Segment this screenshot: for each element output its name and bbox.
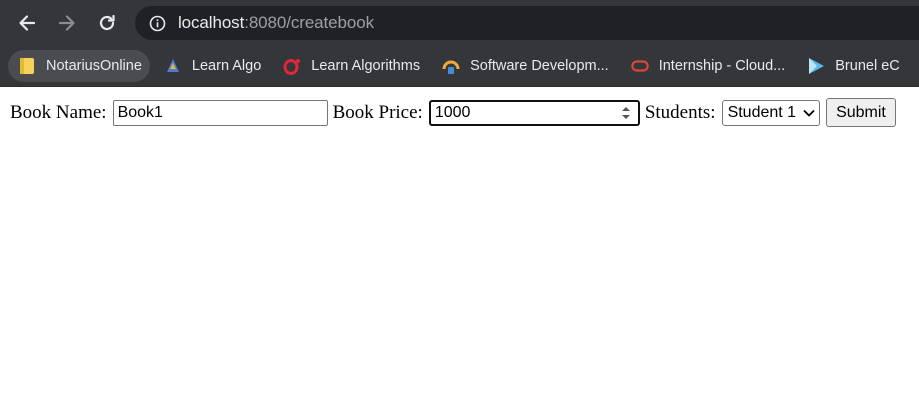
students-selected-value: Student 1 bbox=[727, 103, 797, 121]
bookmarks-bar: NotariusOnline Learn Algo Learn Algorith… bbox=[0, 45, 919, 87]
book-price-input[interactable] bbox=[430, 102, 619, 123]
algo-icon bbox=[164, 57, 182, 75]
back-button[interactable] bbox=[13, 9, 41, 37]
reload-icon bbox=[99, 14, 115, 31]
spinner-icon[interactable] bbox=[620, 105, 632, 121]
browser-toolbar: localhost:8080/createbook bbox=[0, 0, 919, 45]
bookmark-label: Software Developm... bbox=[470, 57, 609, 74]
bookmark-software-development[interactable]: Software Developm... bbox=[432, 50, 617, 82]
bookmark-label: Learn Algo bbox=[191, 57, 262, 74]
play-icon bbox=[807, 57, 825, 75]
students-label: Students: bbox=[644, 101, 716, 123]
create-book-form: Book Name: Book Price: Students: Student… bbox=[0, 87, 919, 127]
bookmark-label: Learn Algorithms bbox=[311, 57, 421, 74]
url-path: :8080/createbook bbox=[244, 13, 374, 32]
url-text: localhost:8080/createbook bbox=[178, 13, 374, 33]
bookmark-notariusonline[interactable]: NotariusOnline bbox=[8, 49, 150, 82]
forward-arrow-icon bbox=[58, 15, 75, 31]
back-arrow-icon bbox=[19, 15, 36, 31]
book-name-input[interactable] bbox=[112, 99, 328, 126]
bookmark-learn-algorithms[interactable]: Learn Algorithms bbox=[273, 50, 428, 82]
dev-icon bbox=[442, 57, 460, 75]
oracle-icon bbox=[630, 57, 649, 75]
bookmark-label: NotariusOnline bbox=[46, 57, 142, 74]
book-price-field[interactable] bbox=[428, 99, 640, 126]
students-select[interactable]: Student 1 bbox=[721, 99, 821, 126]
folder-icon bbox=[18, 57, 36, 75]
opera-icon bbox=[283, 57, 301, 75]
address-bar[interactable]: localhost:8080/createbook bbox=[135, 6, 919, 40]
bookmark-internship-cloud[interactable]: Internship - Cloud... bbox=[621, 50, 794, 82]
bookmark-learn-algo[interactable]: Learn Algo bbox=[154, 50, 269, 82]
forward-button[interactable] bbox=[53, 9, 81, 37]
reload-button[interactable] bbox=[93, 9, 121, 37]
book-name-label: Book Name: bbox=[10, 101, 107, 123]
bookmark-label: Internship - Cloud... bbox=[658, 57, 786, 74]
bookmark-brunel[interactable]: Brunel eC bbox=[797, 50, 907, 82]
submit-button[interactable]: Submit bbox=[826, 98, 896, 127]
bookmark-label: Brunel eC bbox=[835, 57, 900, 74]
info-icon[interactable] bbox=[149, 15, 166, 32]
chevron-down-icon bbox=[803, 109, 815, 117]
url-host: localhost bbox=[178, 13, 245, 32]
book-price-label: Book Price: bbox=[332, 101, 423, 123]
